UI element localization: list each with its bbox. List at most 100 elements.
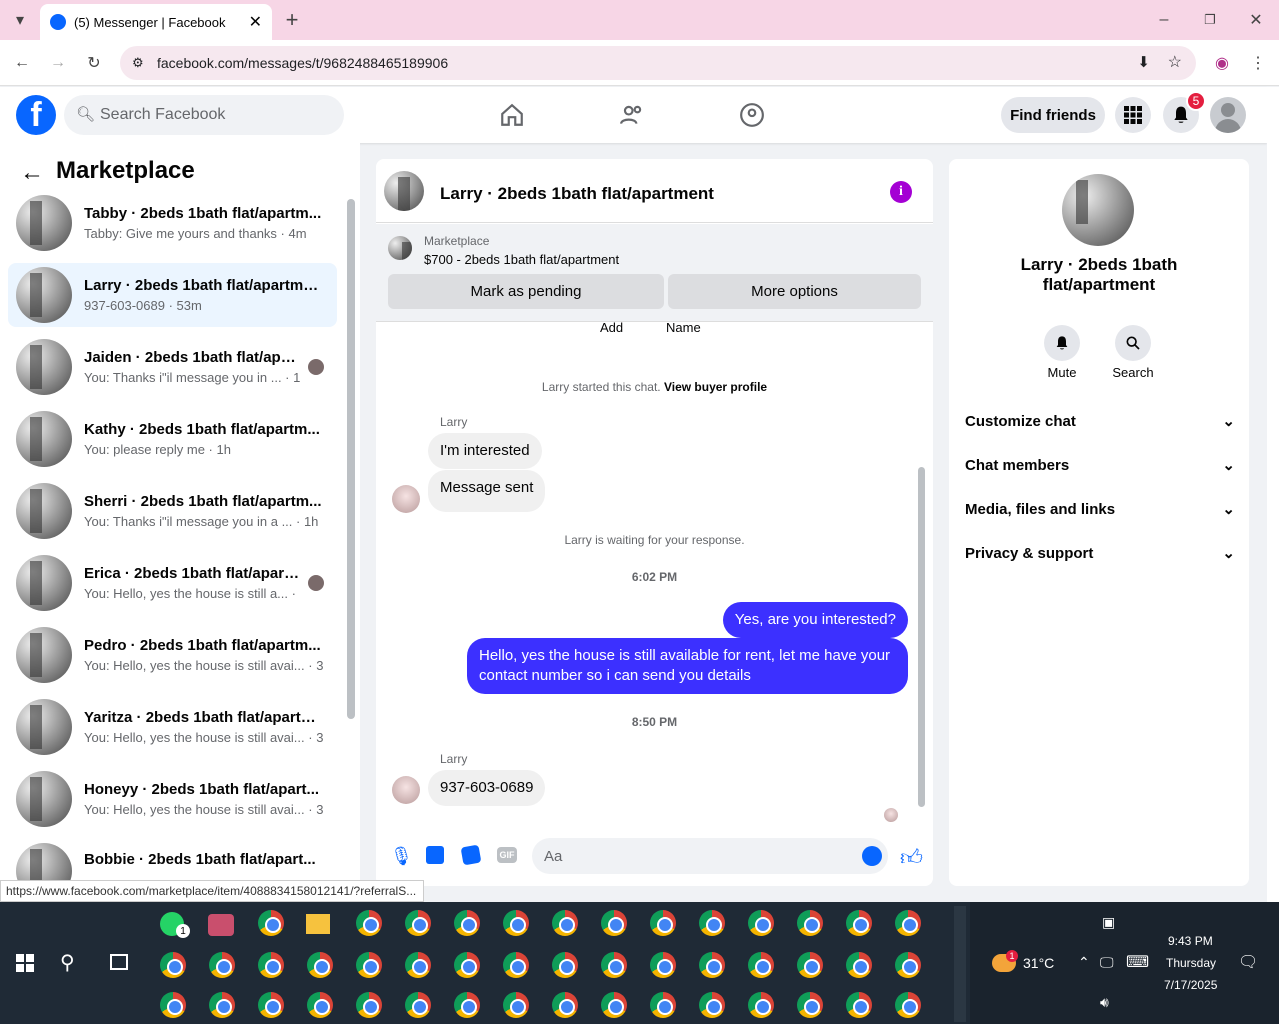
home-icon[interactable] [492,95,532,135]
chrome-profile-icon[interactable] [258,910,284,936]
chrome-profile-icon[interactable] [846,910,872,936]
chrome-profile-icon[interactable] [797,992,823,1018]
gif-icon[interactable]: GIF [497,847,517,863]
taskbar-search-icon[interactable]: ⚲ [60,950,75,975]
chrome-profile-icon[interactable] [552,992,578,1018]
conversation-item[interactable]: Pedro · 2beds 1bath flat/apartm... You: H… [8,623,337,687]
chrome-profile-icon[interactable] [895,952,921,978]
chrome-profile-icon[interactable] [454,952,480,978]
chrome-profile-icon[interactable] [209,952,235,978]
temperature[interactable]: 31°C [1023,955,1054,971]
taskbar-scrollbar[interactable] [954,906,966,1022]
more-options-button[interactable]: More options [668,274,921,309]
chrome-profile-icon[interactable] [503,910,529,936]
mute-bell-icon[interactable] [1044,325,1080,361]
message-input[interactable]: Aa [532,838,888,874]
new-tab-icon[interactable]: + [278,6,306,34]
view-buyer-profile-link[interactable]: View buyer profile [664,380,767,394]
conversation-item[interactable]: Sherri · 2beds 1bath flat/apartm... You: … [8,479,337,543]
chrome-profile-icon[interactable] [356,910,382,936]
app-icon[interactable] [208,914,234,936]
conversation-scrollbar[interactable] [347,199,355,719]
search-icon[interactable] [1115,325,1151,361]
conversation-item[interactable]: Jaiden · 2beds 1bath flat/apar... You: Th… [8,335,337,399]
chat-scrollbar[interactable] [916,327,926,817]
incoming-message[interactable]: 937-603-0689 [428,770,546,806]
account-avatar[interactable] [1210,97,1246,133]
volume-icon[interactable]: 🔊︎ [1100,994,1109,1011]
clock-date[interactable]: 7/17/2025 [1164,978,1217,992]
chrome-profile-icon[interactable] [405,992,431,1018]
groups-icon[interactable] [732,95,772,135]
reload-icon[interactable]: ↻ [80,49,108,77]
chrome-profile-icon[interactable] [699,910,725,936]
device-icon[interactable]: ▣ [1102,914,1115,931]
task-view-icon[interactable] [110,954,128,970]
chrome-profile-icon[interactable] [503,952,529,978]
listing-title[interactable]: $700 - 2beds 1bath flat/apartment [424,252,619,267]
file-explorer-icon[interactable] [306,914,330,934]
minimize-icon[interactable]: – [1150,6,1178,34]
mark-as-pending-button[interactable]: Mark as pending [388,274,664,309]
chrome-profile-icon[interactable] [454,910,480,936]
chrome-profile-icon[interactable] [797,952,823,978]
profile-icon[interactable]: ◉ [1208,49,1236,77]
chrome-profile-icon[interactable] [650,910,676,936]
larry-avatar[interactable] [392,485,420,513]
chrome-profile-icon[interactable] [699,952,725,978]
chrome-profile-icon[interactable] [405,952,431,978]
info-icon[interactable]: i [890,181,912,203]
chat-title[interactable]: Larry · 2beds 1bath flat/apartment [440,184,714,204]
clock-day[interactable]: Thursday [1166,956,1216,970]
emoji-icon[interactable] [862,846,882,866]
chrome-profile-icon[interactable] [699,992,725,1018]
microphone-icon[interactable]: 🎙︎ [390,846,413,867]
chrome-profile-icon[interactable] [650,992,676,1018]
conversation-item[interactable]: Yaritza · 2beds 1bath flat/apartm... You:… [8,695,337,759]
browser-tab[interactable]: (5) Messenger | Facebook ✕ [40,4,272,40]
chrome-profile-icon[interactable] [454,992,480,1018]
close-window-icon[interactable]: ✕ [1242,6,1270,34]
details-thumbnail[interactable] [1062,174,1134,246]
page-scrollbar[interactable] [1267,87,1279,902]
chrome-profile-icon[interactable] [748,992,774,1018]
conversation-item[interactable]: Kathy · 2beds 1bath flat/apartm... You: p… [8,407,337,471]
chat-thumbnail[interactable] [384,171,424,211]
chrome-profile-icon[interactable] [846,952,872,978]
chrome-profile-icon[interactable] [209,992,235,1018]
conversation-item[interactable]: Erica · 2beds 1bath flat/apart... You: He… [8,551,337,615]
chrome-profile-icon[interactable] [797,910,823,936]
chrome-profile-icon[interactable] [160,952,186,978]
chrome-profile-icon[interactable] [601,910,627,936]
chrome-profile-icon[interactable] [748,910,774,936]
chrome-profile-icon[interactable] [307,992,333,1018]
chrome-profile-icon[interactable] [552,910,578,936]
tab-search-icon[interactable]: ▾ [6,6,34,34]
chrome-profile-icon[interactable] [748,952,774,978]
chrome-profile-icon[interactable] [405,910,431,936]
network-icon[interactable]: 🖵︎ [1100,954,1114,971]
site-info-icon[interactable]: ⚙ [132,55,144,71]
sticker-icon[interactable] [460,844,482,866]
conversation-item-selected[interactable]: Larry · 2beds 1bath flat/apartment 937-60… [8,263,337,327]
chrome-profile-icon[interactable] [552,952,578,978]
forward-icon[interactable]: → [44,49,72,77]
search-input[interactable]: 🔍︎ Search Facebook [64,95,344,135]
chrome-profile-icon[interactable] [258,992,284,1018]
browser-menu-icon[interactable]: ⋮ [1244,49,1272,77]
chrome-profile-icon[interactable] [258,952,284,978]
incoming-message[interactable]: Message sent [428,470,546,512]
outgoing-message[interactable]: Yes, are you interested? [722,602,908,638]
notifications-center-icon[interactable]: 🗨︎ [1238,952,1258,972]
keyboard-icon[interactable]: ⌨︎ [1126,952,1149,972]
chrome-profile-icon[interactable] [356,992,382,1018]
back-arrow-icon[interactable]: ← [20,159,44,187]
restore-icon[interactable]: ❐ [1196,6,1224,34]
chrome-profile-icon[interactable] [895,910,921,936]
menu-grid-icon[interactable] [1115,97,1151,133]
photo-icon[interactable] [426,846,444,864]
outgoing-message[interactable]: Hello, yes the house is still available … [467,638,908,694]
chrome-profile-icon[interactable] [503,992,529,1018]
conversation-item[interactable]: Tabby · 2beds 1bath flat/apartm... Tabby:… [8,191,337,255]
chrome-profile-icon[interactable] [307,952,333,978]
